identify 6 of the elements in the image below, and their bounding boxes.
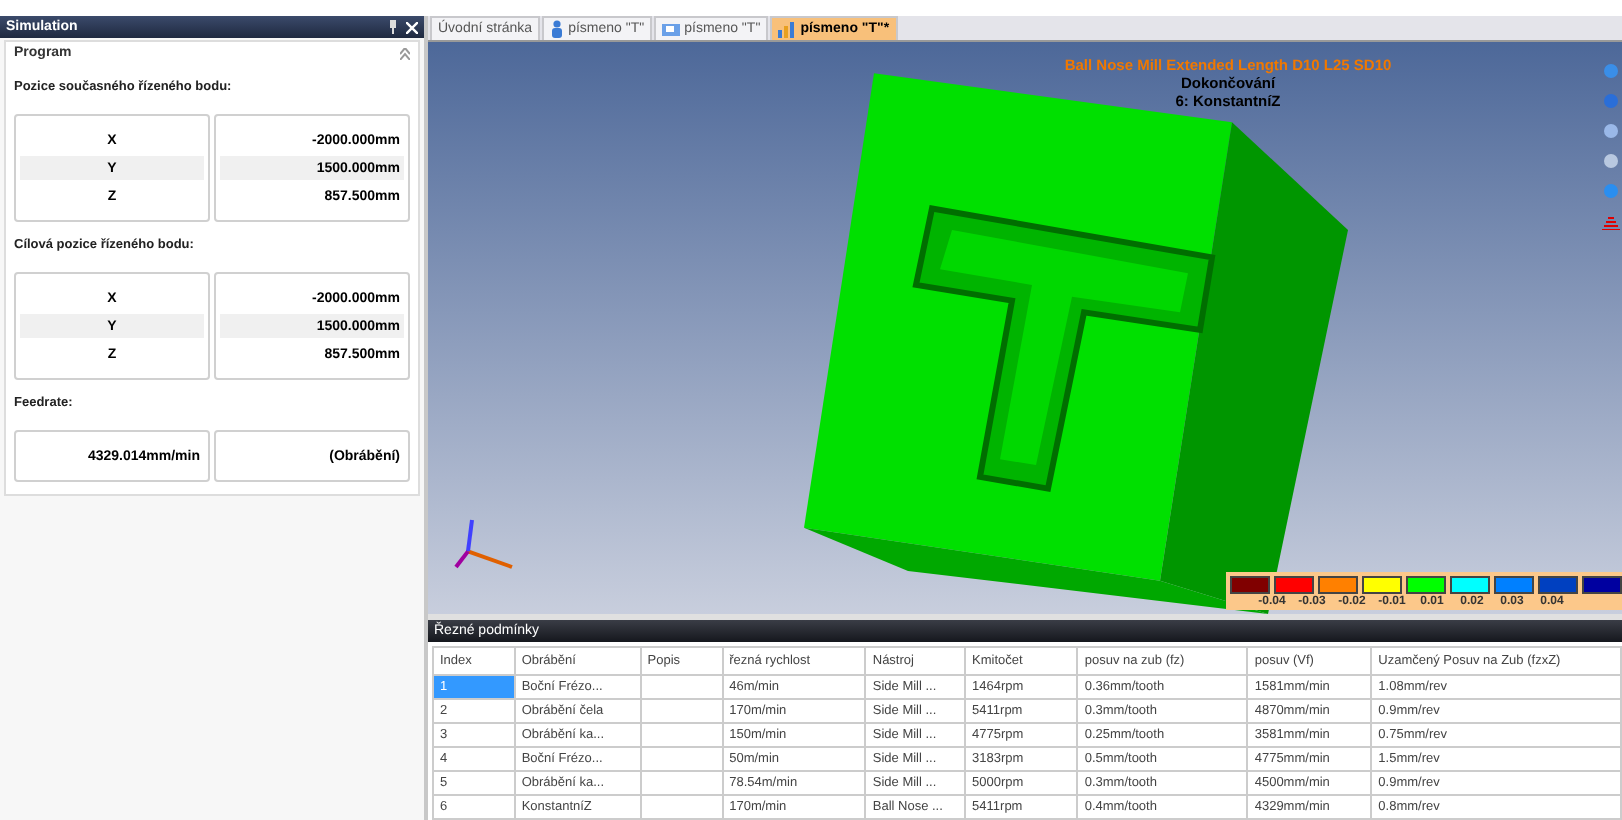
stack-icon[interactable] [1602, 212, 1620, 230]
close-icon[interactable] [406, 21, 418, 33]
pin-icon[interactable] [388, 20, 398, 34]
collapse-icon[interactable] [400, 47, 410, 59]
chart-icon [778, 21, 797, 37]
person-icon [550, 20, 565, 38]
